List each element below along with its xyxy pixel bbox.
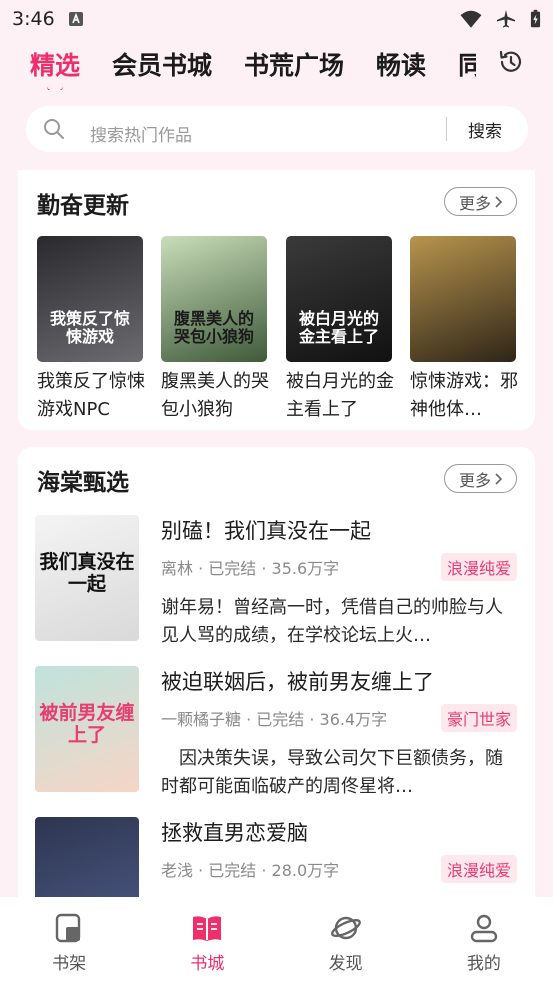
cover-text: 我们真没在一起 <box>39 551 135 595</box>
status-time: 3:46 <box>12 8 55 30</box>
chevron-right-icon <box>495 195 502 208</box>
list-item[interactable]: 被前男友缠上了 被迫联姻后，被前男友缠上了 一颗橘子糖 · 已完结 · 36.4… <box>35 666 517 797</box>
book-cover: 被前男友缠上了 <box>35 666 139 792</box>
top-tabs: 精选 会员书城 书荒广场 畅读 同 <box>0 38 553 90</box>
book-card[interactable]: 我策反了惊悚游戏 我策反了惊悚游戏NPC <box>37 236 145 424</box>
airplane-icon <box>497 10 515 28</box>
cover-text: 被前男友缠上了 <box>39 702 135 746</box>
book-card[interactable]: 腹黑美人的哭包小狼狗 腹黑美人的哭包小狼狗 <box>161 236 269 424</box>
tab-free-read[interactable]: 畅读 <box>376 46 426 82</box>
book-title: 被迫联姻后，被前男友缠上了 <box>161 670 434 694</box>
bottom-nav: 书架 书城 发现 我的 <box>0 897 553 984</box>
genre-tag: 浪漫纯爱 <box>440 855 517 883</box>
bookshelf-icon <box>55 913 81 943</box>
section-updates: 勤奋更新 更多 我策反了惊悚游戏 我策反了惊悚游戏NPC 腹黑美人的哭包小狼狗 … <box>18 170 535 430</box>
battery-charging-icon <box>530 9 541 28</box>
history-clock-icon[interactable] <box>497 48 525 76</box>
more-label: 更多 <box>458 470 491 490</box>
person-icon <box>470 914 498 943</box>
notification-a-icon <box>68 12 83 26</box>
search-divider <box>446 117 447 141</box>
more-button[interactable]: 更多 <box>444 187 517 216</box>
tab-partial[interactable]: 同 <box>458 46 476 82</box>
book-meta: 老浅 · 已完结 · 28.0万字 <box>161 861 340 880</box>
book-title: 惊悚游戏：邪神他体… <box>410 371 518 420</box>
nav-profile[interactable]: 我的 <box>415 897 553 984</box>
planet-icon <box>330 916 361 940</box>
book-title: 拯救直男恋爱脑 <box>161 821 308 845</box>
more-button[interactable]: 更多 <box>444 464 517 493</box>
tab-book-plaza[interactable]: 书荒广场 <box>244 46 344 82</box>
more-label: 更多 <box>458 193 491 213</box>
nav-bookshelf[interactable]: 书架 <box>0 897 138 984</box>
open-book-icon <box>193 916 222 941</box>
search-button[interactable]: 搜索 <box>468 117 502 142</box>
nav-discover[interactable]: 发现 <box>277 897 415 984</box>
section-title: 海棠甄选 <box>37 470 129 496</box>
chevron-right-icon <box>495 472 502 485</box>
book-card[interactable]: 被白月光的金主看上了 被白月光的金主看上了 <box>286 236 394 424</box>
section-picks: 海棠甄选 更多 我们真没在一起 别磕！我们真没在一起 离林 · 已完结 · 35… <box>18 447 535 943</box>
book-meta: 离林 · 已完结 · 35.6万字 <box>161 559 340 578</box>
book-cover: 我们真没在一起 <box>35 515 139 641</box>
book-description: 因决策失误，导致公司欠下巨额债务，随时都可能面临破产的周佟星将… <box>161 748 503 797</box>
search-icon <box>44 119 64 139</box>
book-card[interactable]: 惊悚游戏：邪神他体… <box>410 236 518 424</box>
genre-tag: 浪漫纯爱 <box>440 553 517 581</box>
book-cover: 我策反了惊悚游戏 <box>37 236 143 362</box>
cover-text: 腹黑美人的哭包小狼狗 <box>173 309 254 346</box>
nav-label: 我的 <box>466 954 501 974</box>
nav-label: 书城 <box>190 954 225 974</box>
cover-text: 我策反了惊悚游戏 <box>49 309 130 346</box>
book-title: 腹黑美人的哭包小狼狗 <box>161 371 269 420</box>
status-bar: 3:46 <box>0 0 553 38</box>
book-cover: 腹黑美人的哭包小狼狗 <box>161 236 267 362</box>
nav-label: 发现 <box>328 954 363 974</box>
genre-tag: 豪门世家 <box>440 704 517 732</box>
book-cover: 被白月光的金主看上了 <box>286 236 392 362</box>
list-item[interactable]: 我们真没在一起 别磕！我们真没在一起 离林 · 已完结 · 35.6万字 浪漫纯… <box>35 515 517 646</box>
book-title: 别磕！我们真没在一起 <box>161 519 371 543</box>
cover-text: 被白月光的金主看上了 <box>298 309 379 346</box>
book-cover <box>410 236 516 362</box>
book-meta: 一颗橘子糖 · 已完结 · 36.4万字 <box>161 710 388 729</box>
book-title: 我策反了惊悚游戏NPC <box>37 371 145 420</box>
wifi-icon <box>460 10 482 28</box>
search-input[interactable] <box>90 126 420 146</box>
book-title: 被白月光的金主看上了 <box>286 371 394 420</box>
book-description: 谢年易！曾经高一时，凭借自己的帅脸与人见人骂的成绩，在学校论坛上火… <box>161 597 503 646</box>
tab-member-store[interactable]: 会员书城 <box>112 46 212 82</box>
search-bar: 搜索 <box>26 106 528 152</box>
tab-featured[interactable]: 精选 <box>30 46 80 82</box>
nav-label: 书架 <box>52 954 87 974</box>
section-title: 勤奋更新 <box>37 193 129 219</box>
nav-bookstore[interactable]: 书城 <box>138 897 276 984</box>
